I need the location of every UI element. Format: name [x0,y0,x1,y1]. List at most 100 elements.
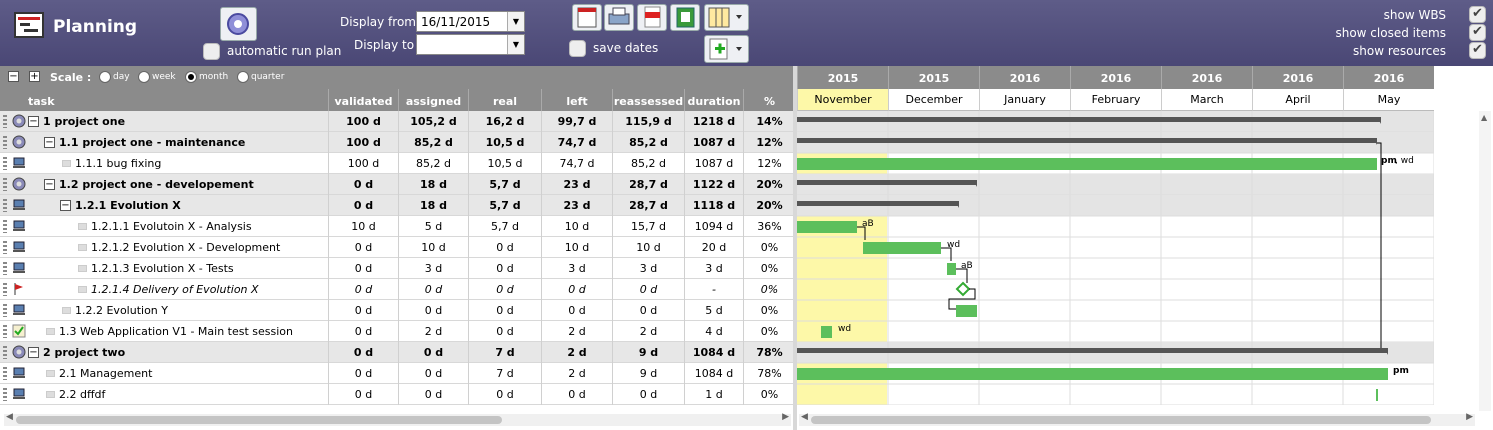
table-row[interactable]: 2.1 Management 0 d0 d7 d2 d9 d 1084 d 78% [0,363,795,384]
cell-r: 5,7 d [468,195,541,216]
drag-handle-icon[interactable] [3,199,7,212]
task-name[interactable]: 1.2.1.3 Evolution X - Tests [91,258,328,279]
col-left[interactable]: left [541,89,612,111]
col-real[interactable]: real [468,89,541,111]
cell-a: 2 d [398,321,468,342]
collapse-toggle[interactable]: − [60,200,71,211]
cell-a: 85,2 d [398,132,468,153]
col-task[interactable]: task [0,89,328,111]
scroll-right-arrow[interactable]: ▶ [782,412,789,422]
drag-handle-icon[interactable] [3,178,7,191]
show-closed-checkbox[interactable] [1469,24,1486,41]
table-row[interactable]: 1.2.1.3 Evolution X - Tests 0 d3 d0 d3 d3… [0,258,795,279]
scale-quarter-radio[interactable] [237,71,249,83]
collapse-toggle[interactable]: − [44,179,55,190]
table-row[interactable]: −1 project one 100 d 105,2 d 16,2 d 99,7 d 11… [0,111,795,132]
drag-handle-icon[interactable] [3,325,7,338]
bar-label: pm [1393,366,1409,376]
run-plan-button[interactable] [220,7,257,41]
table-row[interactable]: −2 project two 0 d0 d7 d2 d9 d 1084 d 78% [0,342,795,363]
collapse-toggle[interactable]: − [28,116,39,127]
chevron-down-icon[interactable]: ▼ [507,12,524,31]
task-name[interactable]: 2.2 dffdf [59,384,328,405]
table-row[interactable]: 1.1.1 bug fixing 100 d 85,2 d 10,5 d 74,7 d8… [0,153,795,174]
drag-handle-icon[interactable] [3,304,7,317]
scroll-up-arrow[interactable]: ▲ [1481,113,1487,122]
year-label: 2016 [1252,66,1343,89]
task-name[interactable]: 1.2 project one - developement [59,174,328,195]
scale-week-radio[interactable] [138,71,150,83]
display-from-input[interactable]: 16/11/2015 ▼ [416,11,525,32]
show-wbs-checkbox[interactable] [1469,6,1486,23]
grid-scroll-thumb[interactable] [16,416,502,424]
col-duration[interactable]: duration [684,89,743,111]
drag-handle-icon[interactable] [3,157,7,170]
task-name[interactable]: 1.3 Web Application V1 - Main test sessi… [59,321,328,342]
table-row[interactable]: 1.2.1.4 Delivery of Evolution X0 d0 d0 d… [0,279,795,300]
pdf-button[interactable] [637,4,667,31]
expand-all-button[interactable]: + [29,71,40,82]
drag-handle-icon[interactable] [3,388,7,401]
chevron-down-icon[interactable]: ▼ [507,35,524,54]
drag-handle-icon[interactable] [3,136,7,149]
col-assigned[interactable]: assigned [398,89,468,111]
collapse-toggle[interactable]: − [28,347,39,358]
year-label: 2015 [888,66,979,89]
table-row[interactable]: 2.2 dffdf 0 d0 d0 d0 d0 d1 d 0% [0,384,795,405]
drag-handle-icon[interactable] [3,241,7,254]
col-validated[interactable]: validated [328,89,398,111]
task-name[interactable]: 1.2.1 Evolution X [75,195,328,216]
scale-month-radio[interactable] [185,71,197,83]
col-reassessed[interactable]: reassessed [612,89,684,111]
task-name[interactable]: 1.2.1.2 Evolution X - Development [91,237,328,258]
scroll-left-arrow[interactable]: ◀ [6,412,13,422]
gantt-scroll-thumb[interactable] [811,416,1431,424]
auto-run-checkbox[interactable] [203,43,220,60]
summary-bar [797,138,1377,143]
task-name[interactable]: 1.1.1 bug fixing [75,153,328,174]
task-name[interactable]: 1 project one [43,111,328,132]
drag-handle-icon[interactable] [3,220,7,233]
task-name[interactable]: 1.2.1.1 Evolutoin X - Analysis [91,216,328,237]
gantt-hscrollbar[interactable]: ◀ ▶ [799,412,1475,426]
add-item-button[interactable] [704,35,749,63]
task-name[interactable]: 1.2.1.4 Delivery of Evolution X [91,279,328,300]
drag-handle-icon[interactable] [3,367,7,380]
show-resources-checkbox[interactable] [1469,42,1486,59]
collapse-all-button[interactable]: − [8,71,19,82]
table-row[interactable]: 1.2.2 Evolution Y0 d0 d0 d0 d0 d5 d 0% [0,300,795,321]
task-name[interactable]: 2 project two [43,342,328,363]
task-name[interactable]: 2.1 Management [59,363,328,384]
gantt-vscrollbar[interactable]: ▲ [1479,111,1491,411]
scale-day-radio[interactable] [99,71,111,83]
cell-d: 1084 d [684,342,743,363]
scroll-right-arrow[interactable]: ▶ [1466,412,1473,422]
table-row[interactable]: 1.2.1.1 Evolutoin X - Analysis 10 d5 d 5,7… [0,216,795,237]
columns-dropdown-button[interactable] [704,4,749,31]
drag-handle-icon[interactable] [3,262,7,275]
cell-l: 0 d [541,279,612,300]
drag-handle-icon[interactable] [3,115,7,128]
col-percent[interactable]: % [743,89,795,111]
save-dates-checkbox[interactable] [569,40,586,57]
task-name[interactable]: 1.1 project one - maintenance [59,132,328,153]
scroll-left-arrow[interactable]: ◀ [801,412,808,422]
table-row[interactable]: −1.2 project one - developement 0 d 18 d 5,… [0,174,795,195]
grid-hscrollbar[interactable]: ◀ ▶ [4,412,791,426]
cell-a: 85,2 d [398,153,468,174]
collapse-toggle[interactable]: − [44,137,55,148]
drag-handle-icon[interactable] [3,283,7,296]
display-to-input[interactable]: ▼ [416,34,525,55]
cell-l: 0 d [541,300,612,321]
drag-handle-icon[interactable] [3,346,7,359]
table-row[interactable]: −1.2.1 Evolution X0 d 18 d 5,7 d 23 d 28,7 d… [0,195,795,216]
print-button[interactable] [604,4,634,31]
table-row[interactable]: 1.2.1.2 Evolution X - Development 0 d 10 d… [0,237,795,258]
page-title: Planning [53,17,138,37]
table-row[interactable]: −1.1 project one - maintenance 100 d 85,2 … [0,132,795,153]
table-row[interactable]: 1.3 Web Application V1 - Main test sessi… [0,321,795,342]
cell-l: 23 d [541,195,612,216]
display-button[interactable] [572,4,602,31]
task-name[interactable]: 1.2.2 Evolution Y [75,300,328,321]
project-export-button[interactable] [670,4,700,31]
